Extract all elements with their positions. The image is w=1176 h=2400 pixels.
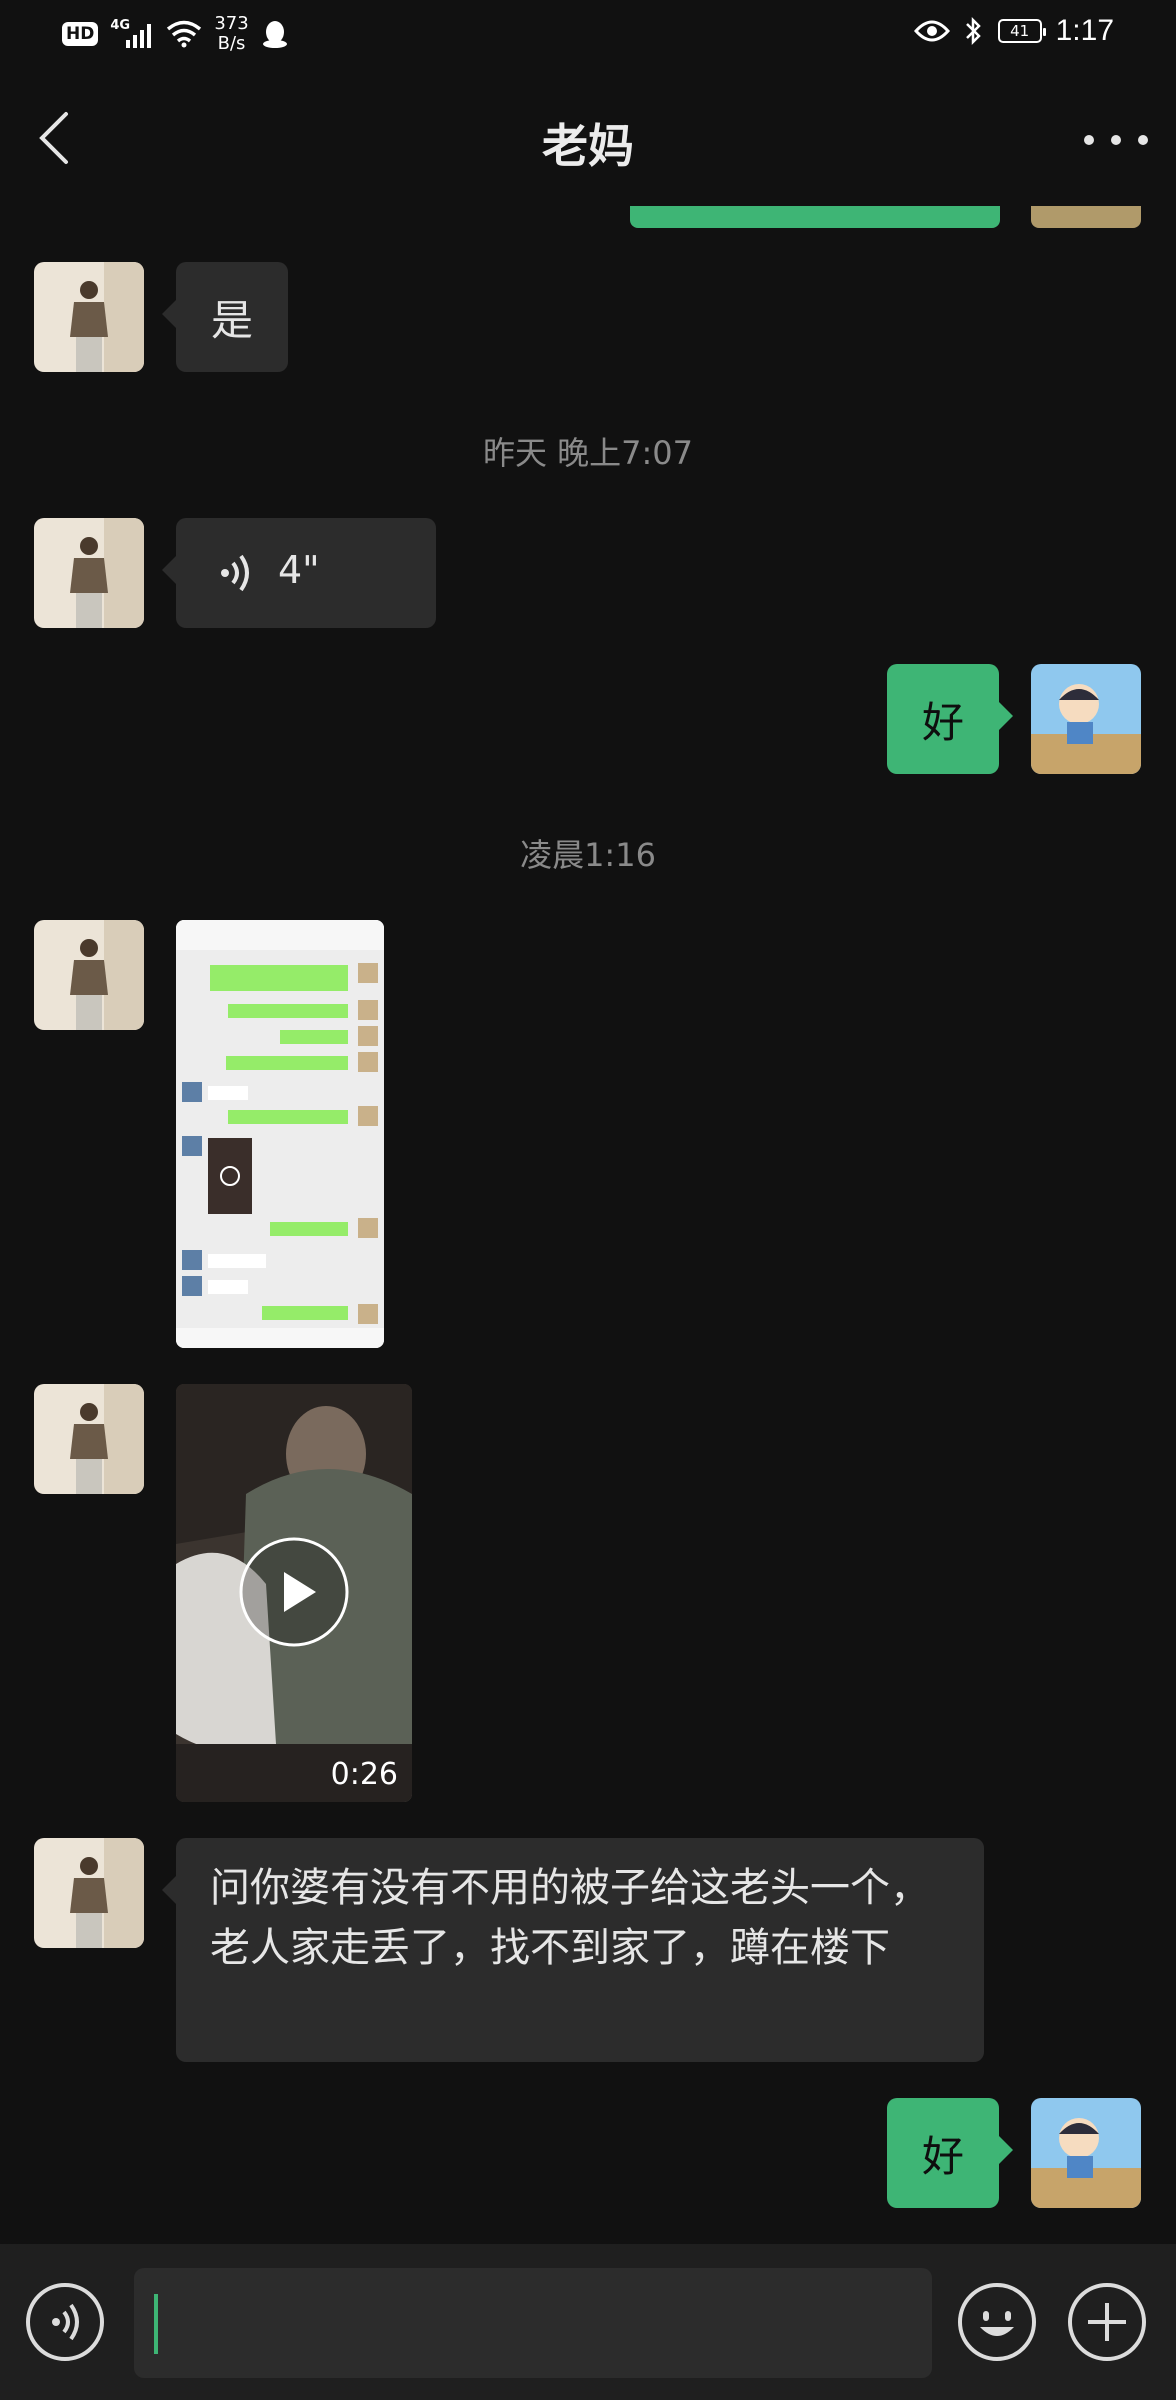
status-time: 1:17 <box>1055 14 1114 47</box>
more-options-button[interactable] <box>1084 120 1148 160</box>
partial-sent-bubble <box>630 206 1000 228</box>
chat-screenshot-thumbnail <box>176 920 384 1348</box>
wifi-icon <box>167 20 202 48</box>
my-avatar[interactable] <box>1031 664 1141 774</box>
plus-icon <box>1088 2303 1126 2341</box>
video-message[interactable]: 0:26 <box>176 1384 412 1802</box>
eye-icon <box>913 20 950 42</box>
mom-avatar[interactable] <box>34 1384 144 1494</box>
voice-icon <box>52 2303 79 2341</box>
status-bar: HD 4G 373 B/s 41 1:17 <box>0 0 1176 72</box>
chat-header: 老妈 <box>0 72 1176 202</box>
chat-title: 老妈 <box>542 119 634 173</box>
voice-duration: 4" <box>278 548 320 592</box>
video-duration: 0:26 <box>330 1757 398 1792</box>
text-cursor <box>154 2294 158 2354</box>
received-text-bubble[interactable]: 是 <box>162 262 288 372</box>
voice-message-bubble[interactable]: 4" <box>162 518 436 628</box>
voice-input-button[interactable] <box>26 2283 104 2361</box>
emoji-button[interactable] <box>958 2283 1036 2361</box>
input-bar <box>0 2244 1176 2400</box>
message-input[interactable] <box>134 2268 932 2378</box>
more-functions-button[interactable] <box>1068 2283 1146 2361</box>
timestamp: 凌晨1:16 <box>520 836 656 874</box>
image-message[interactable] <box>176 920 384 1348</box>
bluetooth-icon <box>965 16 981 46</box>
battery-icon: 41 <box>997 19 1046 43</box>
qq-notification-icon <box>262 21 287 48</box>
mom-avatar[interactable] <box>34 262 144 372</box>
sent-text-bubble[interactable]: 好 <box>887 664 1013 774</box>
mom-avatar[interactable] <box>34 920 144 1030</box>
play-icon[interactable] <box>238 1536 350 1648</box>
my-avatar[interactable] <box>1031 2098 1141 2208</box>
voice-wave-icon <box>221 554 249 592</box>
partial-my-avatar <box>1031 206 1141 228</box>
cellular-signal-icon: 4G <box>110 18 154 50</box>
received-text-bubble[interactable]: 问你婆有没有不用的被子给这老头一个，老人家走丢了，找不到家了，蹲在楼下 <box>162 1838 984 2062</box>
mom-avatar[interactable] <box>34 1838 144 1948</box>
sent-text-bubble[interactable]: 好 <box>887 2098 1013 2208</box>
emoji-icon <box>980 2311 1014 2336</box>
timestamp: 昨天 晚上7:07 <box>482 434 694 472</box>
hd-badge: HD <box>62 22 99 46</box>
mom-avatar[interactable] <box>34 518 144 628</box>
network-speed: 373 B/s <box>214 13 249 54</box>
